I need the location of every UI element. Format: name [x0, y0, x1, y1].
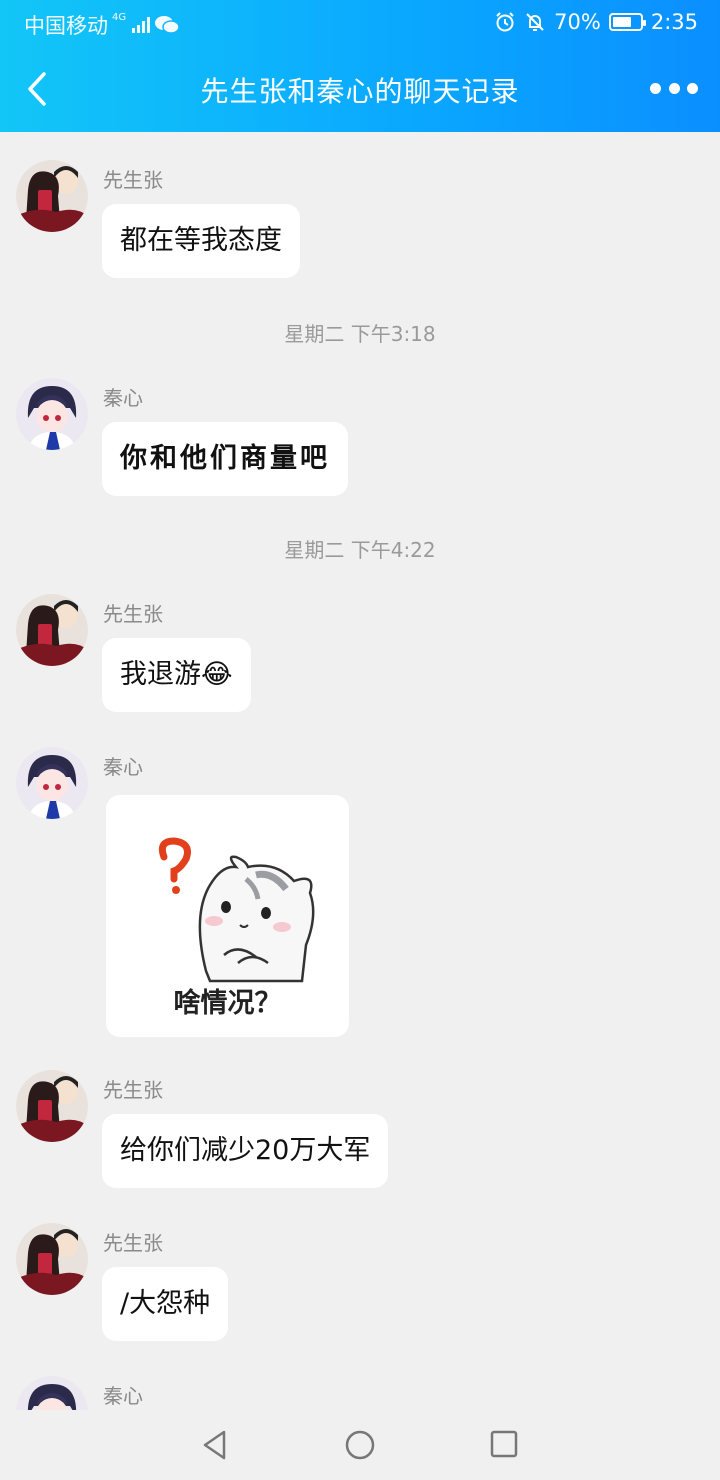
sender-name: 先生张: [103, 602, 163, 626]
sender-name: 先生张: [103, 1078, 163, 1102]
alarm-icon: [496, 12, 514, 32]
sticker-message[interactable]: 啥情况？: [106, 795, 349, 1037]
message-bubble[interactable]: 我退游😂: [102, 638, 251, 712]
more-button[interactable]: [650, 76, 698, 100]
top-bar: 中国移动 4G 70% 2:35 先生张和秦心的聊天记录: [0, 0, 720, 132]
carrier-name: 中国移动: [24, 14, 108, 38]
recents-square-icon[interactable]: [489, 1429, 519, 1459]
signal-icon: [132, 17, 151, 33]
title-bar: 先生张和秦心的聊天记录: [0, 44, 720, 132]
avatar-qinxin[interactable]: [16, 1376, 88, 1410]
more-icon: [650, 82, 661, 94]
status-bar: 中国移动 4G 70% 2:35: [0, 0, 720, 44]
wechat-icon: [155, 16, 180, 34]
hamster-sticker-image: [158, 837, 315, 983]
sender-name: 先生张: [103, 1231, 163, 1255]
sender-name: 秦心: [103, 755, 143, 779]
network-type: 4G: [112, 11, 127, 23]
sender-name: 先生张: [103, 168, 163, 192]
sender-name: 秦心: [103, 1384, 143, 1408]
page-title: 先生张和秦心的聊天记录: [200, 75, 520, 108]
sticker-caption: 啥情况？: [173, 988, 282, 1019]
mute-icon: [526, 13, 544, 31]
timestamp: 星期二 下午4:22: [284, 538, 436, 562]
avatar-xianshengzhang[interactable]: [16, 1070, 88, 1142]
message-bubble[interactable]: 你和他们商量吧: [102, 422, 348, 496]
message-bubble[interactable]: 给你们减少20万大军: [102, 1114, 389, 1188]
back-triangle-icon[interactable]: [200, 1429, 230, 1461]
chat-history[interactable]: 先生张 都在等我态度 星期二 下午3:18 秦心 你和他们商量吧 星期二 下午4…: [0, 132, 720, 1410]
timestamp: 星期二 下午3:18: [284, 322, 436, 346]
avatar-qinxin[interactable]: [16, 378, 88, 450]
status-time: 2:35: [650, 10, 698, 34]
message-bubble[interactable]: /大怨种: [102, 1267, 229, 1341]
avatar-xianshengzhang[interactable]: [16, 160, 88, 232]
home-circle-icon[interactable]: [344, 1429, 376, 1461]
avatar-xianshengzhang[interactable]: [16, 594, 88, 666]
battery-icon: [608, 13, 646, 31]
avatar-xianshengzhang[interactable]: [16, 1223, 88, 1295]
system-nav-bar: [0, 1410, 720, 1480]
sender-name: 秦心: [103, 386, 143, 410]
battery-percent: 70%: [554, 10, 601, 34]
avatar-qinxin[interactable]: [16, 747, 88, 819]
message-bubble[interactable]: 都在等我态度: [102, 204, 300, 278]
